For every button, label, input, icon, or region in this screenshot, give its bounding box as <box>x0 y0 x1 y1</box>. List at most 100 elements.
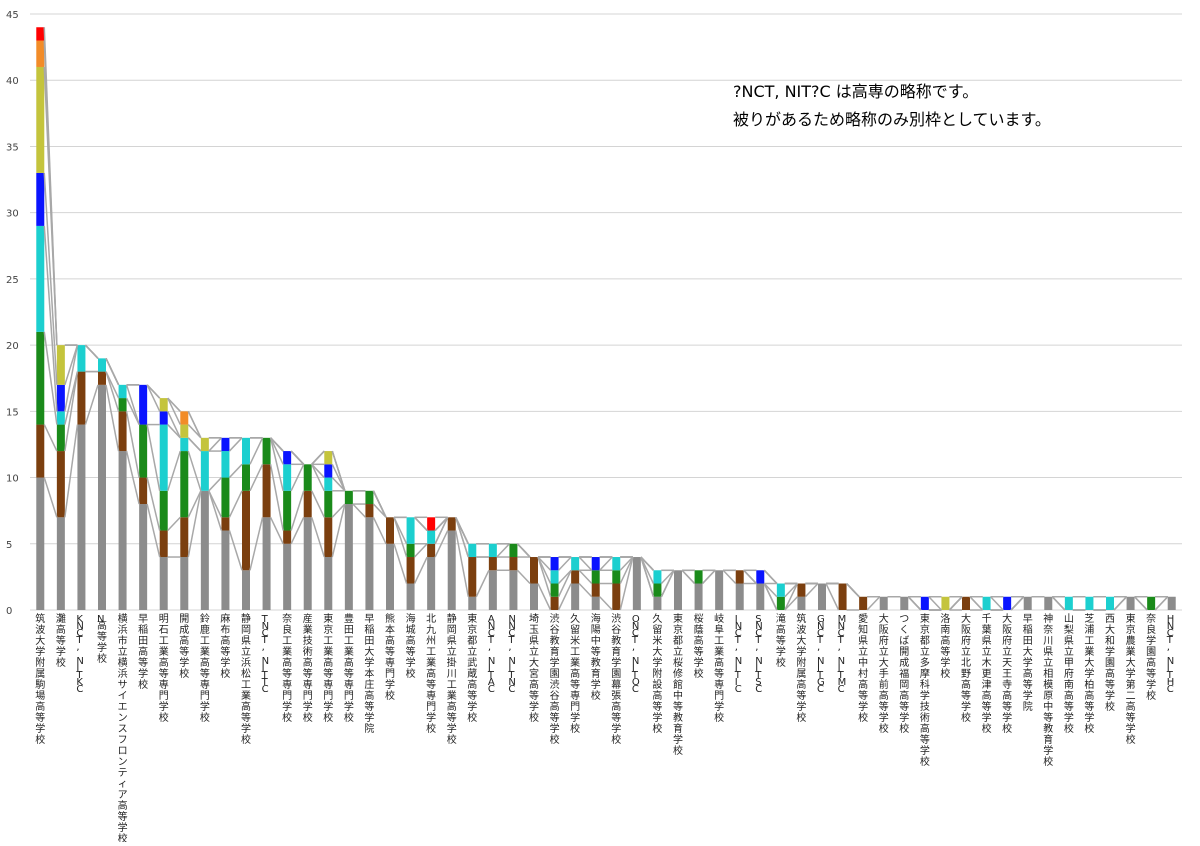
x-tick-label: 北九州工業高等専門学校 <box>426 613 436 735</box>
bar-segment <box>262 517 271 610</box>
bar-segment <box>571 557 580 571</box>
series-line <box>146 424 161 491</box>
series-line <box>804 582 819 598</box>
bar-segment <box>36 40 45 67</box>
x-tick-label: 筑波大学附属高等学校 <box>796 612 806 724</box>
bar-segment <box>221 437 230 452</box>
bar-segment <box>756 570 765 584</box>
bar-segment <box>242 437 250 465</box>
y-axis-ticks: 0 5 10 15 20 25 30 35 40 45 <box>6 10 19 617</box>
series-line <box>578 556 593 571</box>
series-line <box>43 27 58 346</box>
series-line <box>187 437 202 452</box>
series-line <box>660 569 675 585</box>
bar-segment <box>447 530 456 610</box>
bar-segment <box>200 490 209 610</box>
bar-segment <box>365 504 374 518</box>
x-tick-label: 灘高等学校 <box>56 612 66 669</box>
bar-segment <box>818 583 826 610</box>
bar-segment <box>859 596 868 610</box>
series-line <box>208 477 222 492</box>
annotation-line-1: ?NCT, NIT?C は高専の略称です。 <box>733 82 979 101</box>
series-line <box>599 596 613 611</box>
bar-segment <box>591 557 600 571</box>
y-tick-label: 30 <box>6 209 19 220</box>
bar-segment <box>715 570 724 610</box>
series-line <box>907 596 922 611</box>
x-tick-label: 洛南高等学校 <box>940 612 950 680</box>
bar-segment <box>180 451 189 518</box>
bar-segment <box>344 490 353 505</box>
series-line <box>187 424 202 439</box>
x-tick-label: 久留米大学附設高等学校 <box>652 613 662 735</box>
x-tick-label: 愛知県立中村高等学校 <box>858 612 868 724</box>
x-tick-label: NNCT, NITNC <box>507 614 515 695</box>
bar-segment <box>180 424 189 438</box>
series-line <box>702 569 716 585</box>
stacked-bar-chart: 0 5 10 15 20 25 30 35 40 45 筑波大学附属駒場高等学校 灘高等学校 K N C T… <box>0 0 1200 845</box>
x-tick-label: 鈴鹿工業高等専門学校 <box>200 612 210 724</box>
x-tick-label: 渋谷教育学園幕張高等学校 <box>611 612 621 746</box>
bar-segment <box>221 517 230 531</box>
bar-segment <box>550 583 559 597</box>
series-line <box>578 582 593 598</box>
bar-segment <box>36 225 45 332</box>
bar-segment <box>180 557 189 610</box>
x-tick-label: 大阪府立天王寺高等学校 <box>1002 612 1012 735</box>
bar-segment <box>612 557 621 571</box>
series-line <box>208 437 222 452</box>
bar-segment <box>694 570 703 584</box>
bar-segment <box>550 570 559 584</box>
bar-segment <box>797 596 806 610</box>
bar-segment <box>159 557 168 610</box>
bar-segment <box>612 570 621 584</box>
bar-segment <box>427 557 436 610</box>
series-line <box>537 556 552 584</box>
x-tick-label: 岐阜工業高等専門学校 <box>714 612 724 724</box>
series-line <box>146 477 161 531</box>
series-line <box>249 437 264 465</box>
bar-segment <box>180 411 189 425</box>
bar-segment <box>900 596 909 610</box>
series-line <box>784 582 798 598</box>
bar-segment <box>283 464 292 491</box>
x-tick-label: 海城高等学校 <box>406 612 416 680</box>
x-tick-label: ANCT, NITAC <box>487 614 495 695</box>
x-tick-label: 開成高等学校 <box>179 613 189 680</box>
x-tick-label: 熊本高等専門学校 <box>385 612 395 702</box>
series-line <box>475 569 490 598</box>
bar-segment <box>36 66 45 173</box>
bar-segment <box>365 517 374 610</box>
bar-segment <box>56 517 65 610</box>
bar-segment <box>756 583 765 610</box>
x-tick-label: 産業技術高等専門学校 <box>303 612 313 724</box>
series-line <box>640 556 655 584</box>
y-tick-label: 0 <box>6 606 12 617</box>
x-tick-label: 横浜市立横浜サイエンスフロンティア高等学校 <box>118 612 128 842</box>
series-line <box>187 411 202 439</box>
x-tick-label: 千葉県立木更津高等学校 <box>982 613 992 735</box>
series-line <box>681 569 696 585</box>
series-line <box>784 596 798 611</box>
y-tick-label: 45 <box>6 10 19 21</box>
bar-segment <box>406 543 415 558</box>
series-line <box>167 516 181 532</box>
bar-segment <box>262 437 271 465</box>
bar-segment <box>838 583 847 610</box>
x-tick-label: 東京工業高等専門学校 <box>323 612 333 724</box>
bar-segment <box>77 424 86 610</box>
bar-segment <box>303 517 312 610</box>
x-tick-label: 早稲田大学高等学院 <box>1023 613 1033 713</box>
series-line <box>269 437 284 465</box>
x-tick-label: 早稲田大学本庄高等学院 <box>364 613 374 735</box>
x-tick-label: 東京都立桜修館中等教育学校 <box>673 612 683 757</box>
series-line <box>948 596 963 611</box>
bar-segment <box>591 583 600 597</box>
x-tick-label: 静岡県立掛川工業高等学校 <box>447 612 457 746</box>
x-tick-label: 東京農業大学第二高等学校 <box>1126 612 1136 746</box>
bar-segment <box>159 530 168 558</box>
x-tick-label: 東京都立武蔵高等学校 <box>467 612 477 724</box>
bar-segment <box>36 172 45 226</box>
bar-segment <box>571 583 580 610</box>
x-tick-label: ONCT, NITOC <box>631 614 640 695</box>
